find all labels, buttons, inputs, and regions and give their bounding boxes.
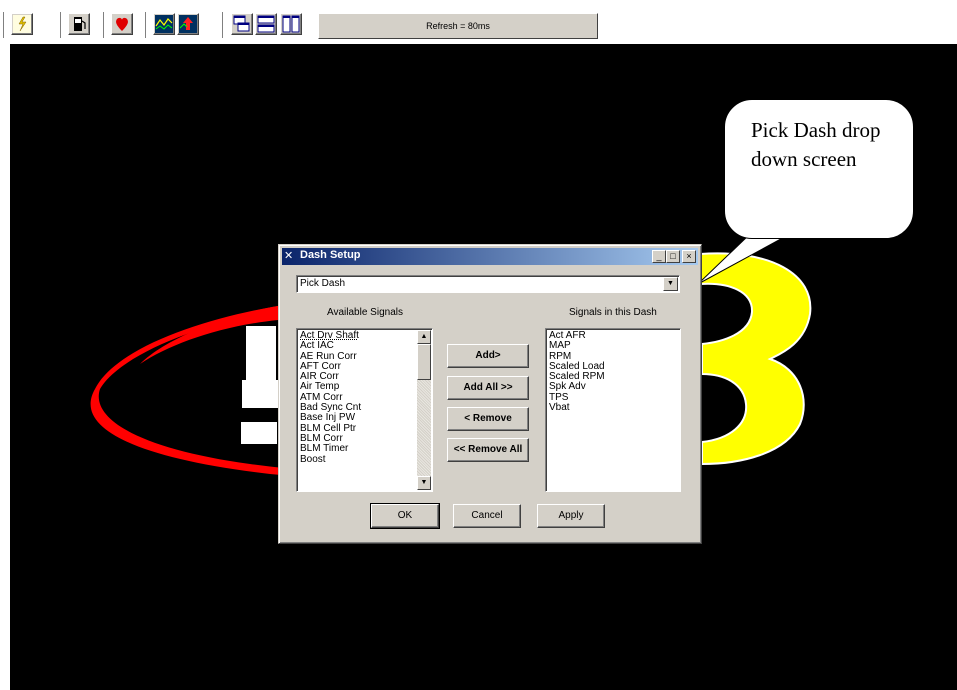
cascade-windows-icon[interactable] — [231, 13, 253, 35]
red-marker-icon[interactable] — [111, 13, 133, 35]
available-signals-list[interactable]: Act Drv Shaft Act IAC AE Run Corr AFT Corr A… — [296, 328, 433, 492]
chart-icon[interactable] — [153, 13, 175, 35]
callout-bubble: Pick Dash drop down screen — [724, 99, 914, 239]
list-item[interactable]: Boost — [297, 454, 432, 465]
pick-dash-dropdown[interactable]: Pick Dash ▼ — [296, 275, 680, 293]
lightning-icon[interactable] — [11, 13, 33, 35]
available-scrollbar[interactable]: ▲ ▼ — [417, 330, 431, 490]
callout-text: Pick Dash drop down screen — [751, 118, 881, 171]
fuel-pump-icon[interactable] — [68, 13, 90, 35]
dash-setup-dialog: ✕ Dash Setup _ □ × Pick Dash ▼ Available… — [278, 244, 702, 544]
toolbar-separator — [3, 12, 7, 38]
add-all-button[interactable]: Add All >> — [447, 376, 529, 400]
add-button[interactable]: Add> — [447, 344, 529, 368]
dialog-title: Dash Setup — [300, 249, 361, 261]
scroll-down-icon[interactable]: ▼ — [417, 476, 431, 490]
ok-button[interactable]: OK — [370, 503, 440, 529]
list-item[interactable]: Vbat — [546, 402, 680, 413]
apply-button[interactable]: Apply — [537, 504, 605, 528]
scroll-up-icon[interactable]: ▲ — [417, 330, 431, 344]
app-icon: ✕ — [284, 250, 294, 262]
tile-vertical-icon[interactable] — [280, 13, 302, 35]
dash-signals-label: Signals in this Dash — [569, 307, 657, 318]
scroll-thumb[interactable] — [417, 344, 431, 380]
refresh-rate-display: Refresh = 80ms — [318, 13, 598, 39]
dash-signals-list[interactable]: Act AFR MAP RPM Scaled Load Scaled RPM Spk Ad… — [545, 328, 681, 492]
toolbar-separator — [103, 12, 107, 38]
tile-horizontal-icon[interactable] — [255, 13, 277, 35]
dialog-titlebar[interactable]: ✕ Dash Setup _ □ × — [282, 248, 698, 265]
remove-all-button[interactable]: << Remove All — [447, 438, 529, 462]
minimize-button[interactable]: _ — [652, 250, 666, 263]
available-signals-label: Available Signals — [327, 307, 403, 318]
cancel-button[interactable]: Cancel — [453, 504, 521, 528]
toolbar-separator — [145, 12, 149, 38]
record-arrow-icon[interactable] — [177, 13, 199, 35]
toolbar-separator — [222, 12, 226, 38]
maximize-button[interactable]: □ — [666, 250, 680, 263]
remove-button[interactable]: < Remove — [447, 407, 529, 431]
pick-dash-value: Pick Dash — [300, 278, 346, 289]
toolbar-separator — [60, 12, 64, 38]
close-button[interactable]: × — [682, 250, 696, 263]
dropdown-arrow-icon[interactable]: ▼ — [663, 277, 678, 291]
toolbar: Refresh = 80ms — [0, 0, 957, 44]
